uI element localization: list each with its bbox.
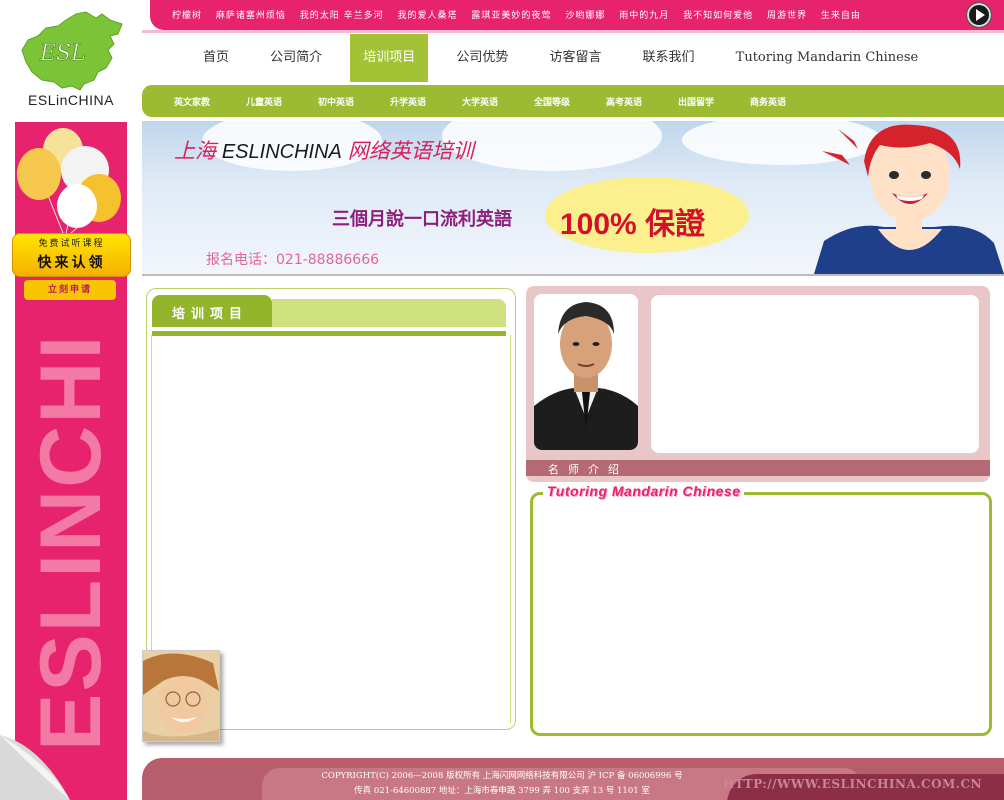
subnav-item[interactable]: 大学英语 (462, 95, 498, 108)
footer: COPYRIGHT(C) 2006—2008 版权所有 上海闪网网络科技有限公司… (142, 758, 1004, 800)
cloud-shape (442, 121, 662, 171)
training-tab-extension (272, 299, 506, 327)
subnav-item[interactable]: 初中英语 (318, 95, 354, 108)
banner-phone: 报名电话：021-88886666 (206, 252, 380, 268)
sub-nav: 英文家教 儿童英语 初中英语 升学英语 大学英语 全国等级 高考英语 出国留学 … (142, 85, 1004, 117)
apply-now-button[interactable]: 立刻申请 (24, 280, 116, 300)
nav-item-home[interactable]: 首页 (190, 34, 242, 82)
song-link[interactable]: 我不知如何爱他 (683, 11, 753, 21)
promo-main-text: 快来认领 (37, 255, 106, 271)
training-panel-header: 培训项目 (152, 295, 506, 336)
nav-item-contact[interactable]: 联系我们 (630, 34, 708, 82)
subnav-item[interactable]: 全国等级 (534, 95, 570, 108)
nav-item-guestbook[interactable]: 访客留言 (536, 34, 614, 82)
nav-item-mandarin[interactable]: Tutoring Mandarin Chinese (723, 34, 932, 82)
subnav-item[interactable]: 英文家教 (174, 95, 210, 108)
vertical-brand-text: ESLINCHI (23, 333, 119, 751)
student-photo (142, 650, 220, 742)
subnav-item[interactable]: 出国留学 (678, 95, 714, 108)
banner-title-city: 上海 (174, 140, 216, 163)
subnav-item[interactable]: 儿童英语 (246, 95, 282, 108)
song-link[interactable]: 周游世界 (767, 11, 807, 21)
song-list: 柠檬树 麻萨诸塞州烦恼 我的太阳 辛兰多河 我的爱人桑塔 露琪亚美妙的夜莺 沙哟… (172, 8, 871, 21)
site-logo[interactable]: ESL ESLinCHINA (0, 0, 142, 118)
mandarin-panel-title: Tutoring Mandarin Chinese (543, 483, 745, 499)
song-link[interactable]: 我的爱人桑塔 (398, 11, 458, 21)
teacher-label: 名师介绍 (548, 463, 628, 476)
guarantee-badge: 100% 保證 (560, 208, 706, 241)
main-nav: 首页 公司简介 培训项目 公司优势 访客留言 联系我们 Tutoring Man… (190, 34, 941, 82)
banner-title: 上海 ESLINCHINA 网络英语培训 (174, 135, 474, 165)
teacher-panel: 名师介绍 (526, 286, 990, 482)
teacher-info-box (651, 295, 979, 453)
hero-banner: 上海 ESLINCHINA 网络英语培训 三個月說一口流利英語 100% 保證 … (142, 121, 1004, 276)
banner-title-brand: ESLINCHINA (221, 141, 342, 163)
banner-slogan: 三個月說一口流利英語 (332, 209, 512, 230)
subnav-item[interactable]: 升学英语 (390, 95, 426, 108)
song-link[interactable]: 沙哟娜娜 (565, 11, 605, 21)
logo-badge-text: ESL (39, 41, 86, 66)
nav-item-about[interactable]: 公司简介 (257, 34, 335, 82)
left-sidebar: ESLINCHI (15, 122, 127, 800)
china-map-icon: ESL (21, 11, 123, 91)
logo-text: ESLinCHINA (28, 92, 114, 108)
banner-title-rest: 网络英语培训 (347, 140, 474, 163)
promo-top-text: 免费试听课程 (38, 239, 105, 249)
subnav-item[interactable]: 高考英语 (606, 95, 642, 108)
song-link[interactable]: 麻萨诸塞州烦恼 (216, 11, 286, 21)
teacher-label-bar: 名师介绍 (526, 460, 990, 476)
song-link[interactable]: 雨中的九月 (619, 11, 669, 21)
free-trial-promo[interactable]: 免费试听课程 快来认领 (12, 233, 131, 277)
divider (142, 30, 1004, 33)
song-link[interactable]: 柠檬树 (172, 11, 202, 21)
play-icon[interactable] (966, 2, 992, 28)
mandarin-panel: Tutoring Mandarin Chinese (530, 483, 992, 736)
song-link[interactable]: 生来自由 (821, 11, 861, 21)
music-bar: 柠檬树 麻萨诸塞州烦恼 我的太阳 辛兰多河 我的爱人桑塔 露琪亚美妙的夜莺 沙哟… (150, 0, 1004, 30)
teacher-photo (534, 294, 638, 450)
balloons-icon (17, 128, 121, 238)
nav-item-training[interactable]: 培训项目 (350, 34, 429, 82)
song-link[interactable]: 我的太阳 辛兰多河 (300, 11, 384, 21)
footer-url[interactable]: HTTP://WWW.ESLINCHINA.COM.CN (723, 777, 982, 791)
training-panel-title: 培训项目 (172, 307, 249, 322)
page-curl-decoration (0, 735, 70, 800)
cartoon-girl-illustration (814, 124, 1004, 274)
subnav-item[interactable]: 商务英语 (750, 95, 786, 108)
nav-item-advantages[interactable]: 公司优势 (443, 34, 521, 82)
song-link[interactable]: 露琪亚美妙的夜莺 (471, 11, 551, 21)
